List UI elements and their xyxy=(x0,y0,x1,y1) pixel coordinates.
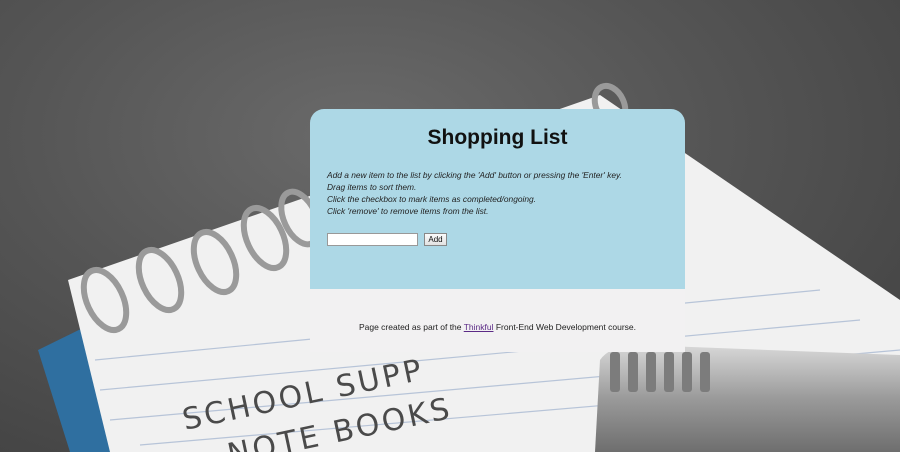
footer-suffix: Front-End Web Development course. xyxy=(493,322,637,332)
card-footer-section xyxy=(310,289,685,352)
page-title: Shopping List xyxy=(427,126,568,149)
shopping-list-card: Shopping List Add a new item to the list… xyxy=(310,109,685,352)
card-header-section: Shopping List Add a new item to the list… xyxy=(310,109,685,289)
instruction-drag: Drag items to sort them. xyxy=(327,182,417,192)
instruction-checkbox: Click the checkbox to mark items as comp… xyxy=(327,194,537,204)
instruction-remove: Click 'remove' to remove items from the … xyxy=(327,206,489,216)
footer-prefix: Page created as part of the xyxy=(358,322,464,332)
page-background: SCHOOL SUPP NOTE BOOKS Shopping List Add… xyxy=(0,0,900,452)
add-button[interactable]: Add xyxy=(424,233,447,246)
pen-image xyxy=(595,345,900,452)
instructions-list: Add a new item to the list by clicking t… xyxy=(327,169,622,217)
new-item-input[interactable] xyxy=(327,233,418,246)
instruction-add: Add a new item to the list by clicking t… xyxy=(327,170,622,180)
footer-credit: Page created as part of the Thinkful Fro… xyxy=(310,322,685,332)
thinkful-link[interactable]: Thinkful xyxy=(464,322,494,332)
